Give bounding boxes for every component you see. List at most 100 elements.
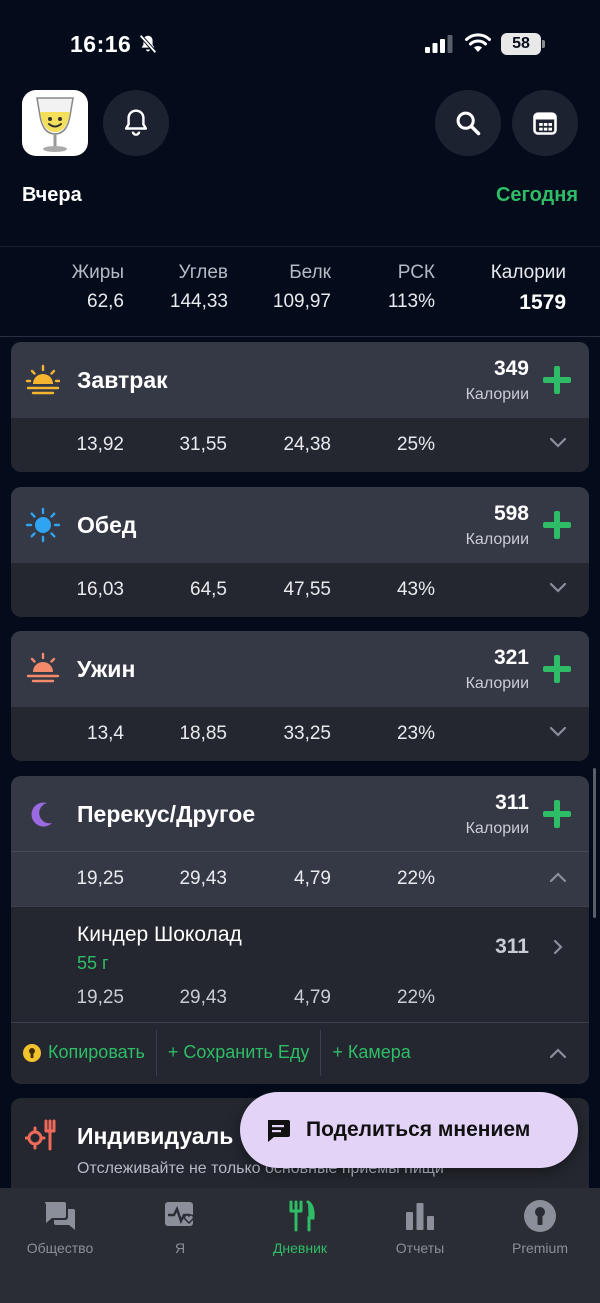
meal-calories: 349 xyxy=(493,357,529,380)
battery-level: 58 xyxy=(501,33,541,55)
header-divider xyxy=(0,246,600,247)
share-feedback-button[interactable]: Поделиться мнением xyxy=(240,1092,578,1168)
status-time: 16:16 xyxy=(70,31,132,57)
save-food-label: + Сохранить Еду xyxy=(167,1042,310,1062)
tab-diary[interactable]: Дневник xyxy=(240,1198,360,1256)
chevron-up-icon[interactable] xyxy=(549,1046,567,1060)
meal-nutrients-row[interactable]: 13,4 18,85 33,25 23% xyxy=(11,707,589,761)
today-link[interactable]: Сегодня xyxy=(496,184,578,207)
total-fat-label: Жиры xyxy=(71,262,124,283)
meal-title: Перекус/Другое xyxy=(77,801,256,827)
meal-header[interactable]: Ужин 321 Калории xyxy=(11,631,589,707)
meal-rdi: 23% xyxy=(396,723,435,744)
search-icon xyxy=(456,111,481,136)
app-logo[interactable] xyxy=(22,90,88,156)
meal-header[interactable]: Перекус/Другое 311 Калории xyxy=(11,776,589,852)
search-button[interactable] xyxy=(435,90,501,156)
total-protein-value: 109,97 xyxy=(272,291,331,312)
meal-card-dinner: Ужин 321 Калории 13,4 18,85 33,25 23% xyxy=(11,631,589,761)
add-food-button[interactable] xyxy=(541,653,573,685)
total-calories-value: 1579 xyxy=(519,291,566,314)
add-food-button[interactable] xyxy=(541,509,573,541)
food-item-fat: 19,25 xyxy=(76,987,124,1008)
meal-nutrients-row[interactable]: 16,03 64,5 47,55 43% xyxy=(11,563,589,617)
tab-community[interactable]: Общество xyxy=(0,1198,120,1256)
meal-calories-label: Калории xyxy=(465,820,529,837)
save-food-button[interactable]: + Сохранить Еду xyxy=(157,1029,322,1076)
meal-carbs: 29,43 xyxy=(179,868,227,889)
meal-fat: 16,03 xyxy=(76,579,124,600)
total-protein: Белк 109,97 xyxy=(273,262,331,313)
meal-header[interactable]: Обед 598 Калории xyxy=(11,487,589,563)
tab-label: Я xyxy=(174,1240,186,1256)
tab-me[interactable]: Я xyxy=(120,1198,240,1256)
tab-label: Общество xyxy=(26,1240,94,1256)
meal-rdi: 22% xyxy=(396,868,435,889)
tab-bar: Общество Я Дневник Отчеты Premium xyxy=(0,1188,600,1303)
add-food-button[interactable] xyxy=(541,798,573,830)
food-item-carbs: 29,43 xyxy=(179,987,227,1008)
chevron-right-icon xyxy=(553,939,563,955)
total-rdi-value: 113% xyxy=(387,291,435,312)
copy-button[interactable]: Копировать xyxy=(11,1029,157,1076)
meal-header[interactable]: Завтрак 349 Калории xyxy=(11,342,589,418)
meal-calories-label: Калории xyxy=(465,675,529,692)
chevron-down-icon[interactable] xyxy=(549,436,567,450)
meal-nutrients-row[interactable]: 13,92 31,55 24,38 25% xyxy=(11,418,589,472)
meal-fat: 13,92 xyxy=(76,434,124,455)
total-fat: Жиры 62,6 xyxy=(72,262,124,313)
calendar-icon xyxy=(533,112,557,135)
tab-reports[interactable]: Отчеты xyxy=(360,1198,480,1256)
meal-calories: 311 xyxy=(495,791,529,814)
meal-carbs: 31,55 xyxy=(179,434,227,455)
meal-fat: 19,25 xyxy=(76,868,124,889)
total-rdi-label: РСК xyxy=(397,262,435,283)
sun-icon xyxy=(25,507,61,543)
custom-meals-title: Индивидуаль xyxy=(77,1123,234,1149)
total-protein-label: Белк xyxy=(289,262,331,283)
meal-rdi: 25% xyxy=(396,434,435,455)
chevron-up-icon[interactable] xyxy=(549,870,567,884)
chevron-down-icon[interactable] xyxy=(549,581,567,595)
battery-indicator: 58 xyxy=(501,33,545,55)
fork-knife-gear-icon xyxy=(25,1119,56,1151)
meal-nutrients-row[interactable]: 19,25 29,43 4,79 22% xyxy=(11,852,589,906)
message-icon xyxy=(268,1120,290,1142)
copy-label: Копировать xyxy=(48,1042,145,1062)
meal-fat: 13,4 xyxy=(87,723,124,744)
meal-protein: 47,55 xyxy=(283,579,331,600)
meal-calories: 321 xyxy=(493,646,529,669)
calendar-button[interactable] xyxy=(512,90,578,156)
add-food-button[interactable] xyxy=(541,364,573,396)
meal-card-lunch: Обед 598 Калории 16,03 64,5 47,55 43% xyxy=(11,487,589,617)
wine-glass-icon xyxy=(36,97,74,152)
premium-lock-icon xyxy=(23,1043,41,1062)
meal-protein: 24,38 xyxy=(283,434,331,455)
food-item[interactable]: Киндер Шоколад 55 г 311 19,25 29,43 4,79… xyxy=(11,906,589,1022)
food-item-protein: 4,79 xyxy=(294,987,331,1008)
food-item-calories: 311 xyxy=(495,935,529,958)
meal-title: Завтрак xyxy=(77,367,168,393)
notifications-button[interactable] xyxy=(103,90,169,156)
total-rdi: РСК 113% xyxy=(388,262,435,313)
chevron-down-icon[interactable] xyxy=(549,725,567,739)
previous-day-link[interactable]: Вчера xyxy=(22,184,82,207)
daily-totals: Жиры 62,6 Углев 144,33 Белк 109,97 РСК 1… xyxy=(0,262,600,332)
camera-button[interactable]: + Камера xyxy=(321,1030,421,1076)
bar-chart-icon xyxy=(406,1203,434,1230)
chat-icon xyxy=(44,1202,75,1230)
status-bar: 16:16 58 xyxy=(0,0,600,80)
bell-icon xyxy=(124,109,148,136)
tab-premium[interactable]: Premium xyxy=(480,1198,600,1256)
tab-label: Дневник xyxy=(272,1240,328,1256)
total-calories: Калории 1579 xyxy=(491,262,566,315)
totals-divider xyxy=(0,336,600,337)
meal-calories-label: Калории xyxy=(465,386,529,403)
battery-cap xyxy=(542,40,545,48)
meal-calories-label: Калории xyxy=(465,531,529,548)
scrollbar[interactable] xyxy=(593,768,596,918)
total-calories-label: Калории xyxy=(490,262,566,283)
keyhole-icon xyxy=(524,1200,556,1232)
health-icon xyxy=(165,1202,195,1226)
cellular-signal-icon xyxy=(425,35,453,53)
